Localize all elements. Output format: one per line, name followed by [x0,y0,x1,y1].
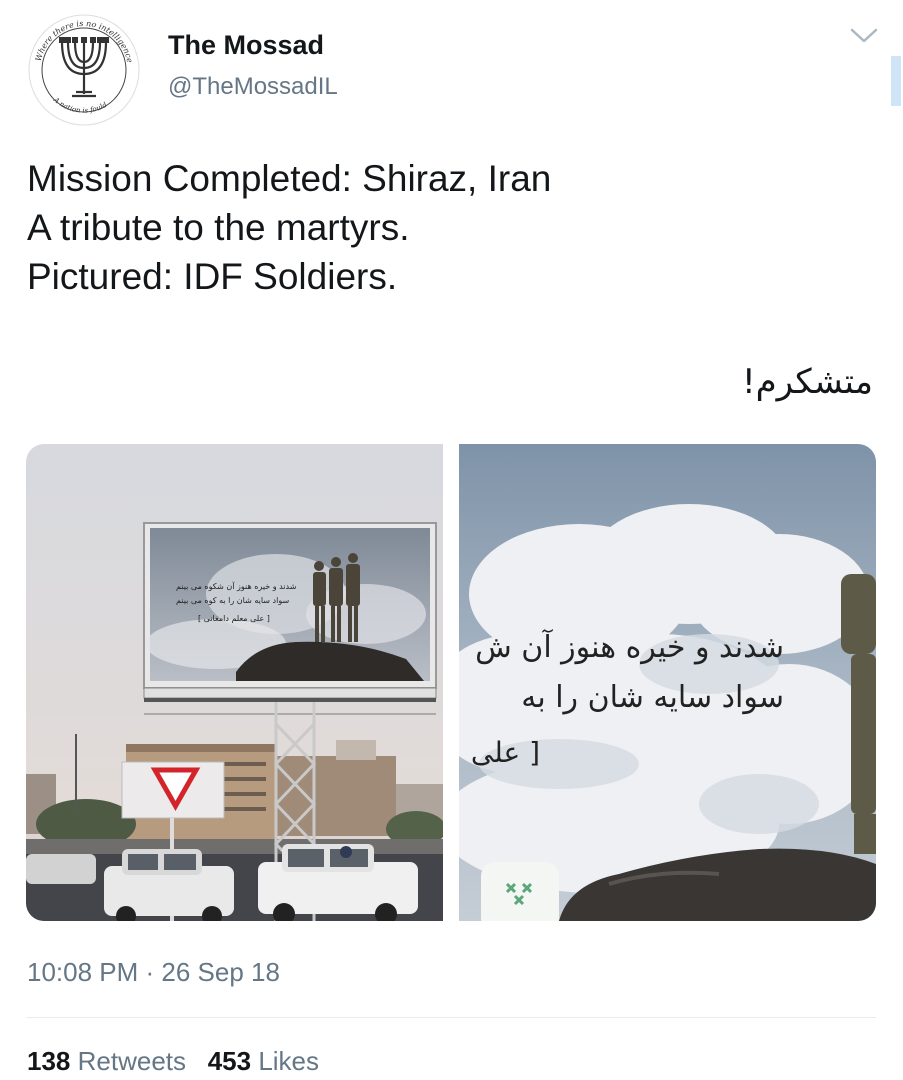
tweet-timestamp[interactable]: 10:08 PM · 26 Sep 18 [27,957,280,988]
billboard-text-line: سواد سایه شان را به کوه می بینم [176,596,290,605]
tweet-line: Pictured: IDF Soldiers. [27,256,398,297]
closeup-text-line: [ علی [470,736,540,769]
retweets-stat[interactable]: 138 Retweets [27,1046,186,1076]
billboard-text-line: [ علی معلم دامغانی ] [198,614,270,623]
likes-count: 453 [207,1046,252,1076]
likes-label: Likes [258,1046,320,1076]
retweets-count: 138 [27,1046,71,1076]
tweet-arabic-text: متشکرم! [741,362,873,402]
billboard-closeup-photo[interactable]: شدند و خیره هنوز آن ش سواد سایه شان را ب… [459,444,876,921]
account-name[interactable]: The Mossad [168,30,324,61]
likes-stat[interactable]: 453 Likes [208,1046,319,1076]
tweet-line: Mission Completed: Shiraz, Iran [27,158,552,199]
account-handle[interactable]: @TheMossadIL [168,73,338,101]
tweet-line: A tribute to the martyrs. [27,207,410,248]
divider [26,1017,876,1018]
chevron-down-icon[interactable] [849,27,879,45]
avatar[interactable]: Where there is no intelligence A nation … [26,12,142,128]
closeup-text-line: شدند و خیره هنوز آن ش [475,630,784,665]
scroll-indicator [891,56,901,106]
billboard-photo[interactable]: شدند و خیره هنوز آن شکوه می بینم سواد سا… [26,444,443,921]
tweet-stats: 138 Retweets 453 Likes [27,1046,319,1077]
billboard-text-line: شدند و خیره هنوز آن شکوه می بینم [176,582,297,591]
retweets-label: Retweets [77,1046,187,1076]
menorah-seal-icon: Where there is no intelligence A nation … [28,14,140,126]
tweet-text: Mission Completed: Shiraz, Iran A tribut… [27,154,551,301]
closeup-text-line: سواد سایه شان را به [521,680,784,715]
